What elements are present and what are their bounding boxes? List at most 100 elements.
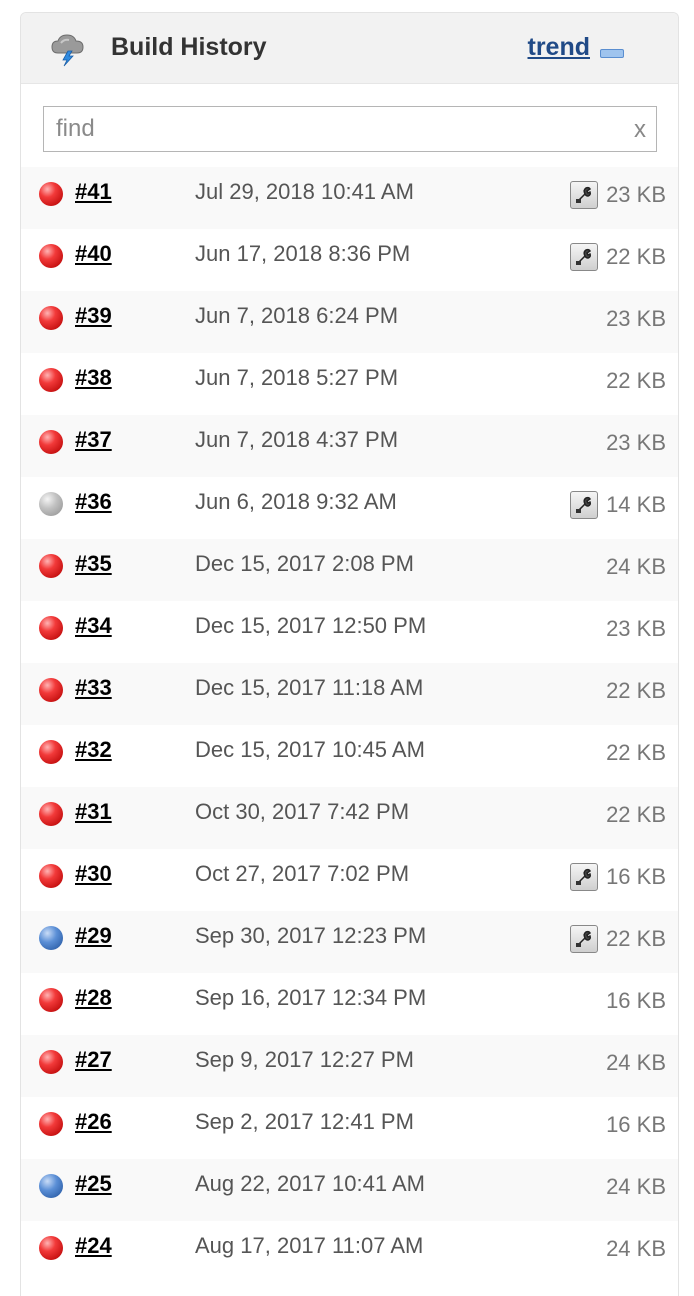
build-status-icon	[39, 864, 63, 888]
build-date-link[interactable]: Jun 17, 2018 8:36 PM	[195, 241, 410, 267]
build-row: #25 Aug 22, 2017 10:41 AM 24 KB	[21, 1159, 678, 1221]
build-row: #38 Jun 7, 2018 5:27 PM 22 KB	[21, 353, 678, 415]
panel-header: Build History trend	[21, 13, 678, 84]
build-date-link[interactable]: Dec 15, 2017 11:18 AM	[195, 675, 423, 701]
build-date-link[interactable]: Sep 2, 2017 12:41 PM	[195, 1109, 414, 1135]
build-status-icon	[39, 1236, 63, 1260]
build-list: #41 Jul 29, 2018 10:41 AM 23 KB #40 Jun …	[21, 167, 678, 1283]
build-date-link[interactable]: Jun 6, 2018 9:32 AM	[195, 489, 397, 515]
build-date-link[interactable]: Aug 22, 2017 10:41 AM	[195, 1171, 425, 1197]
build-status-icon	[39, 244, 63, 268]
build-status-icon	[39, 368, 63, 392]
build-log-size: 24 KB	[606, 1174, 666, 1199]
build-number-link[interactable]: #40	[75, 241, 112, 267]
build-number-link[interactable]: #30	[75, 861, 112, 887]
build-log-size: 24 KB	[606, 1050, 666, 1075]
console-output-icon[interactable]	[570, 181, 598, 209]
build-date-link[interactable]: Dec 15, 2017 10:45 AM	[195, 737, 425, 763]
build-log-size: 22 KB	[606, 678, 666, 703]
build-row: #35 Dec 15, 2017 2:08 PM 24 KB	[21, 539, 678, 601]
build-number-link[interactable]: #39	[75, 303, 112, 329]
build-number-link[interactable]: #25	[75, 1171, 112, 1197]
build-log-size: 22 KB	[606, 926, 666, 951]
build-log-size: 23 KB	[606, 430, 666, 455]
build-date-link[interactable]: Jun 7, 2018 6:24 PM	[195, 303, 398, 329]
build-number-link[interactable]: #32	[75, 737, 112, 763]
build-log-size: 22 KB	[606, 368, 666, 393]
build-row: #40 Jun 17, 2018 8:36 PM 22 KB	[21, 229, 678, 291]
build-row: #27 Sep 9, 2017 12:27 PM 24 KB	[21, 1035, 678, 1097]
build-row: #34 Dec 15, 2017 12:50 PM 23 KB	[21, 601, 678, 663]
build-number-link[interactable]: #31	[75, 799, 112, 825]
build-status-icon	[39, 802, 63, 826]
build-date-link[interactable]: Sep 9, 2017 12:27 PM	[195, 1047, 414, 1073]
build-log-size: 23 KB	[606, 182, 666, 207]
build-number-link[interactable]: #38	[75, 365, 112, 391]
build-date-link[interactable]: Sep 16, 2017 12:34 PM	[195, 985, 426, 1011]
console-output-icon[interactable]	[570, 243, 598, 271]
build-number-link[interactable]: #34	[75, 613, 112, 639]
build-date-link[interactable]: Jul 29, 2018 10:41 AM	[195, 179, 414, 205]
build-log-size: 16 KB	[606, 864, 666, 889]
build-row: #32 Dec 15, 2017 10:45 AM 22 KB	[21, 725, 678, 787]
build-date-link[interactable]: Oct 30, 2017 7:42 PM	[195, 799, 409, 825]
build-status-icon	[39, 1174, 63, 1198]
build-log-size: 22 KB	[606, 802, 666, 827]
build-number-link[interactable]: #41	[75, 179, 112, 205]
build-number-link[interactable]: #37	[75, 427, 112, 453]
build-log-size: 24 KB	[606, 554, 666, 579]
build-date-link[interactable]: Dec 15, 2017 12:50 PM	[195, 613, 426, 639]
build-log-size: 16 KB	[606, 1112, 666, 1137]
build-date-link[interactable]: Dec 15, 2017 2:08 PM	[195, 551, 414, 577]
build-row: #37 Jun 7, 2018 4:37 PM 23 KB	[21, 415, 678, 477]
build-history-panel: Build History trend x #41 Jul 29, 2018 1…	[20, 12, 679, 1296]
build-date-link[interactable]: Jun 7, 2018 4:37 PM	[195, 427, 398, 453]
build-log-size: 22 KB	[606, 244, 666, 269]
build-status-icon	[39, 988, 63, 1012]
search-row: x	[21, 84, 678, 174]
build-log-size: 14 KB	[606, 492, 666, 517]
build-status-icon	[39, 1050, 63, 1074]
build-number-link[interactable]: #24	[75, 1233, 112, 1259]
build-number-link[interactable]: #36	[75, 489, 112, 515]
collapse-icon[interactable]	[600, 49, 624, 58]
weather-cloud-lightning-icon	[49, 31, 87, 67]
clear-search-button[interactable]: x	[634, 116, 646, 144]
build-status-icon	[39, 926, 63, 950]
trend-wrapper: trend	[528, 33, 591, 62]
build-date-link[interactable]: Aug 17, 2017 11:07 AM	[195, 1233, 423, 1259]
build-log-size: 16 KB	[606, 988, 666, 1013]
build-log-size: 22 KB	[606, 740, 666, 765]
search-box: x	[43, 106, 657, 152]
build-row: #39 Jun 7, 2018 6:24 PM 23 KB	[21, 291, 678, 353]
build-date-link[interactable]: Oct 27, 2017 7:02 PM	[195, 861, 409, 887]
build-number-link[interactable]: #27	[75, 1047, 112, 1073]
build-row: #30 Oct 27, 2017 7:02 PM 16 KB	[21, 849, 678, 911]
build-number-link[interactable]: #29	[75, 923, 112, 949]
build-row: #28 Sep 16, 2017 12:34 PM 16 KB	[21, 973, 678, 1035]
search-input[interactable]	[44, 107, 614, 151]
build-number-link[interactable]: #35	[75, 551, 112, 577]
console-output-icon[interactable]	[570, 863, 598, 891]
build-status-icon	[39, 740, 63, 764]
build-number-link[interactable]: #33	[75, 675, 112, 701]
build-log-size: 23 KB	[606, 616, 666, 641]
build-date-link[interactable]: Jun 7, 2018 5:27 PM	[195, 365, 398, 391]
build-number-link[interactable]: #26	[75, 1109, 112, 1135]
build-status-icon	[39, 678, 63, 702]
build-log-size: 24 KB	[606, 1236, 666, 1261]
build-date-link[interactable]: Sep 30, 2017 12:23 PM	[195, 923, 426, 949]
build-row: #41 Jul 29, 2018 10:41 AM 23 KB	[21, 167, 678, 229]
build-row: #29 Sep 30, 2017 12:23 PM 22 KB	[21, 911, 678, 973]
trend-link[interactable]: trend	[528, 33, 591, 62]
console-output-icon[interactable]	[570, 491, 598, 519]
panel-title: Build History	[111, 33, 267, 61]
build-row: #24 Aug 17, 2017 11:07 AM 24 KB	[21, 1221, 678, 1283]
build-status-icon	[39, 430, 63, 454]
build-log-size: 23 KB	[606, 306, 666, 331]
console-output-icon[interactable]	[570, 925, 598, 953]
build-number-link[interactable]: #28	[75, 985, 112, 1011]
build-status-icon	[39, 1112, 63, 1136]
build-status-icon	[39, 182, 63, 206]
build-row: #33 Dec 15, 2017 11:18 AM 22 KB	[21, 663, 678, 725]
